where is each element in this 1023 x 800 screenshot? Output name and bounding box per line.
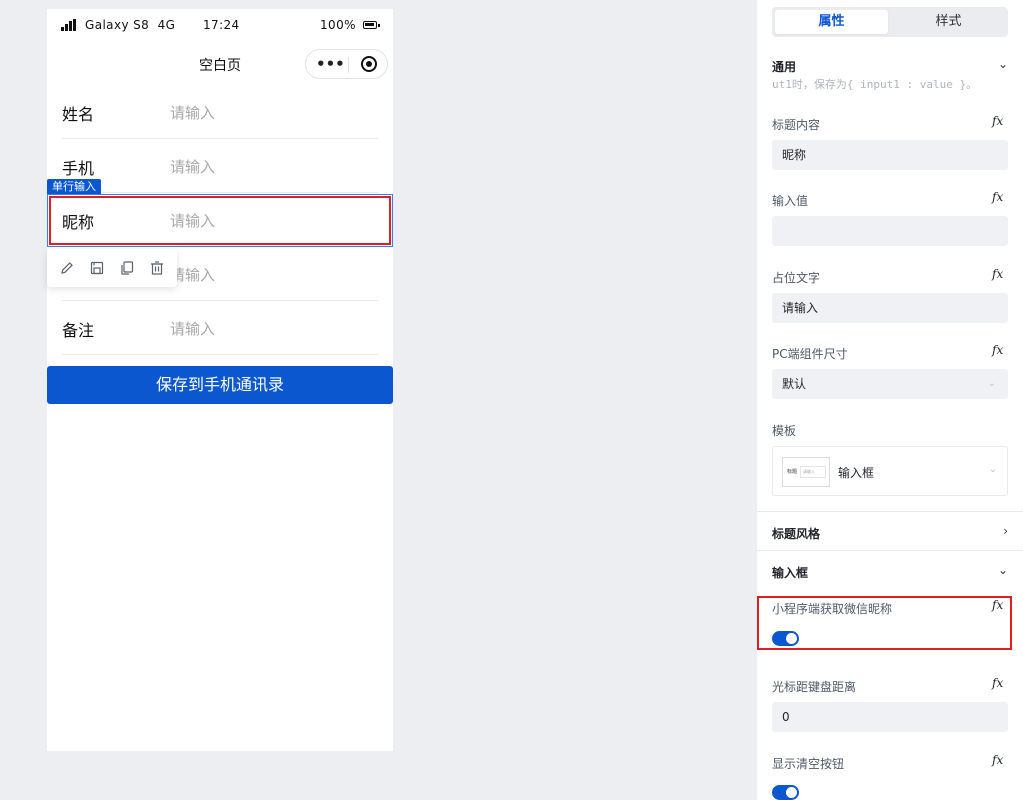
field-label: 占位文字 bbox=[772, 271, 821, 285]
template-thumbnail: 标题 请输入 bbox=[782, 457, 830, 487]
phone-preview: Galaxy S8 4G 17:24 100% 空白页 ••• 姓名 请输入 手… bbox=[47, 9, 393, 751]
fx-icon[interactable]: fx bbox=[992, 190, 1003, 204]
fx-icon[interactable]: fx bbox=[992, 676, 1003, 690]
component-toolbar bbox=[47, 249, 177, 287]
section-title: 输入框 bbox=[772, 566, 809, 580]
section-general-header[interactable]: 通用 ⌄ bbox=[772, 57, 1008, 75]
mini-program-capsule: ••• bbox=[305, 49, 388, 79]
fx-icon[interactable]: fx bbox=[992, 343, 1003, 357]
form-row-phone[interactable]: 手机 请输入 bbox=[62, 139, 378, 193]
chevron-down-icon: ⌄ bbox=[987, 378, 996, 389]
row-label: 备注 bbox=[62, 321, 95, 340]
carrier-label: Galaxy S8 4G bbox=[85, 18, 176, 32]
target-icon[interactable] bbox=[361, 56, 377, 72]
field-label: 输入值 bbox=[772, 194, 809, 208]
field-label: 光标距键盘距离 bbox=[772, 680, 857, 694]
chevron-right-icon: › bbox=[1003, 524, 1008, 538]
battery-icon bbox=[363, 21, 380, 29]
section-title-style-header[interactable]: 标题风格 › bbox=[772, 524, 1008, 542]
section-title: 通用 bbox=[772, 60, 797, 74]
clipped-help-text: ut1时，保存为{ input1 : value }。 bbox=[772, 78, 978, 91]
edit-icon[interactable] bbox=[57, 258, 77, 278]
chevron-down-icon: ⌄ bbox=[997, 563, 1008, 577]
signal-icon bbox=[61, 19, 77, 31]
row-placeholder: 请输入 bbox=[170, 158, 216, 176]
status-bar: Galaxy S8 4G 17:24 100% bbox=[47, 9, 393, 41]
title-content-input[interactable]: 昵称 bbox=[772, 140, 1008, 170]
fx-icon[interactable]: fx bbox=[992, 753, 1003, 767]
section-title: 标题风格 bbox=[772, 527, 821, 541]
show-clear-toggle[interactable] bbox=[772, 785, 799, 800]
cursor-spacing-input[interactable]: 0 bbox=[772, 702, 1008, 732]
tab-styles[interactable]: 样式 bbox=[892, 10, 1005, 34]
save-icon[interactable] bbox=[87, 258, 107, 278]
field-label: PC端组件尺寸 bbox=[772, 347, 848, 361]
highlight-box bbox=[49, 196, 391, 245]
tab-properties[interactable]: 属性 bbox=[775, 10, 888, 34]
row-label: 姓名 bbox=[62, 105, 95, 124]
row-placeholder: 请输入 bbox=[170, 320, 216, 338]
pc-size-select[interactable]: 默认 ⌄ bbox=[772, 369, 1008, 399]
delete-icon[interactable] bbox=[147, 258, 167, 278]
status-time: 17:24 bbox=[203, 18, 240, 32]
form-row-remark[interactable]: 备注 请输入 bbox=[62, 301, 378, 355]
copy-icon[interactable] bbox=[117, 258, 137, 278]
row-placeholder: 请输入 bbox=[170, 104, 216, 122]
battery-percentage: 100% bbox=[320, 18, 356, 32]
field-label: 标题内容 bbox=[772, 118, 821, 132]
capsule-divider bbox=[348, 57, 349, 73]
panel-tabs: 属性 样式 bbox=[772, 7, 1008, 37]
component-type-tag[interactable]: 单行输入 bbox=[47, 179, 101, 194]
toggle-knob bbox=[786, 787, 797, 798]
save-to-contacts-button[interactable]: 保存到手机通讯录 bbox=[47, 366, 393, 404]
template-select[interactable]: 标题 请输入 输入框 ⌄ bbox=[772, 446, 1008, 496]
form-row-name[interactable]: 姓名 请输入 bbox=[62, 85, 378, 139]
thumb-input: 请输入 bbox=[800, 466, 826, 478]
field-label: 模板 bbox=[772, 424, 797, 438]
divider bbox=[757, 550, 1023, 551]
divider bbox=[757, 511, 1023, 512]
placeholder-input[interactable]: 请输入 bbox=[772, 293, 1008, 323]
field-label: 显示清空按钮 bbox=[772, 757, 845, 771]
chevron-down-icon: ⌄ bbox=[997, 57, 1008, 71]
fx-icon[interactable]: fx bbox=[992, 114, 1003, 128]
nav-bar: 空白页 ••• bbox=[47, 47, 393, 81]
row-label: 手机 bbox=[62, 159, 95, 178]
thumb-title: 标题 bbox=[787, 469, 798, 475]
section-input-box-header[interactable]: 输入框 ⌄ bbox=[772, 563, 1008, 581]
more-icon[interactable]: ••• bbox=[316, 53, 345, 75]
select-value: 默认 bbox=[782, 377, 807, 391]
highlight-box bbox=[757, 596, 1012, 650]
input-value-input[interactable] bbox=[772, 216, 1008, 246]
template-name: 输入框 bbox=[838, 466, 875, 480]
fx-icon[interactable]: fx bbox=[992, 267, 1003, 281]
chevron-down-icon: ⌄ bbox=[988, 464, 997, 475]
property-panel: 属性 样式 通用 ⌄ ut1时，保存为{ input1 : value }。 标… bbox=[757, 0, 1023, 800]
